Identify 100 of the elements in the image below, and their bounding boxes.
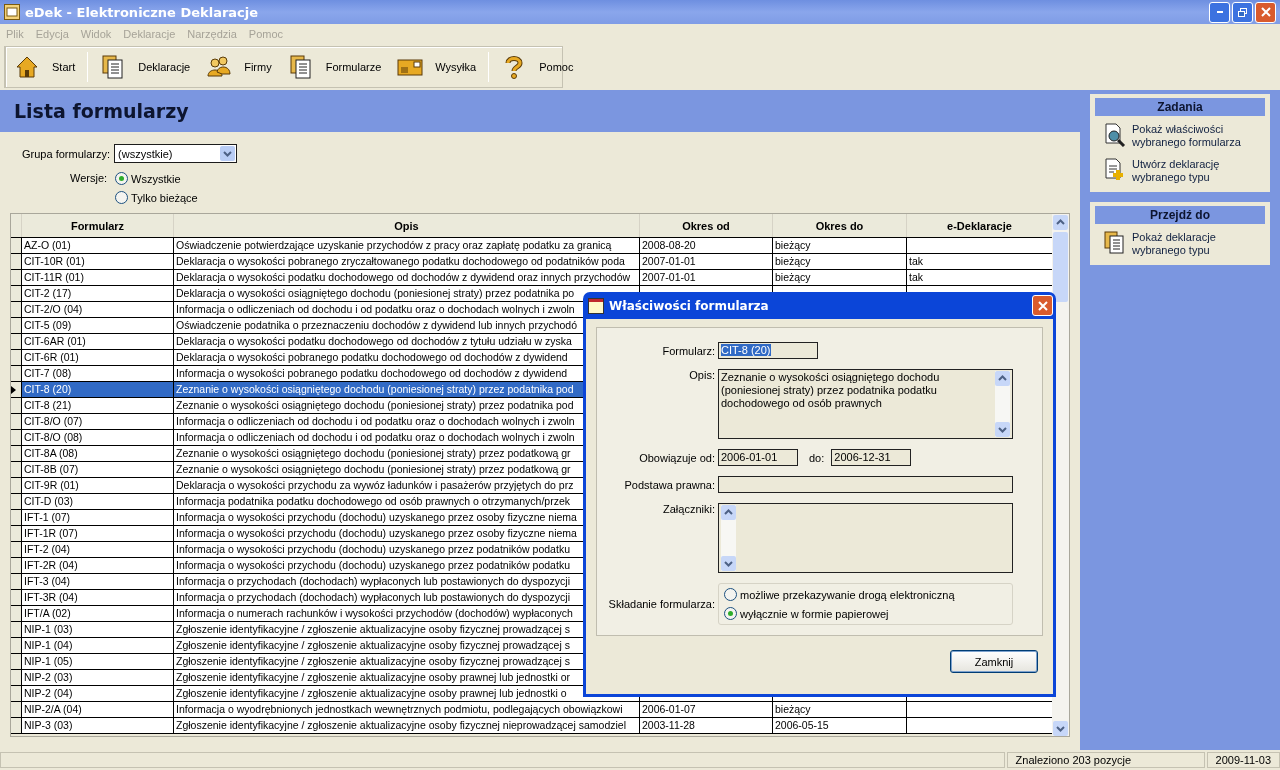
- scroll-up-icon[interactable]: [721, 505, 736, 520]
- table-cell: CIT-11R (01): [24, 271, 84, 283]
- date-field[interactable]: 2006-12-31: [831, 449, 912, 466]
- status-date: 2009-11-03: [1206, 752, 1280, 768]
- table-cell: CIT-2/O (04): [24, 303, 83, 315]
- panel-title: Przejdź do: [1095, 206, 1265, 224]
- restore-button[interactable]: [1232, 1, 1253, 23]
- minimize-button[interactable]: [1209, 1, 1230, 23]
- table-row[interactable]: AZ-O (01) Oświadczenie potwierdzające uzyskanie przychodów z pracy oraz zapłatę podatku za granicą 2008-08-20 bieżący: [11, 238, 1052, 254]
- table-cell: IFT-2R (04): [24, 559, 78, 571]
- table-cell: Deklaracja o wysokości podatku dochodowego od dochodów z dywidend oraz innych przychodów: [176, 271, 631, 283]
- scroll-down-icon[interactable]: [721, 556, 736, 571]
- version-radio[interactable]: Wszystkie: [115, 172, 198, 185]
- table-cell: CIT-10R (01): [24, 255, 85, 267]
- table-cell: Deklaracja o wysokości pobranego zryczałtowanego podatku dochodowego od podatników poda: [176, 255, 625, 267]
- legal-basis-field[interactable]: [718, 476, 1013, 493]
- scroll-down-icon[interactable]: [1053, 721, 1068, 736]
- table-cell: Deklaracja o wysokości przychodu za wywóz ładunków i pasażerów przyjętych do prz: [176, 479, 574, 491]
- table-row[interactable]: CIT-10R (01) Deklaracja o wysokości pobranego zryczałtowanego podatku dochodowego od podatników poda 2007-01-01 bieżący tak: [11, 254, 1052, 270]
- table-cell: AZ-O (01): [24, 239, 71, 251]
- column-header[interactable]: Opis: [173, 214, 639, 237]
- form-field[interactable]: CIT-8 (20): [718, 342, 818, 359]
- table-cell: Informacja o wyodrębnionych jednostkach wewnętrznych podmiotu, podlegających obowiązkowi: [176, 703, 623, 715]
- table-row[interactable]: NIP-2/A (04) Informacja o wyodrębnionych jednostkach wewnętrznych podmiotu, podlegających obowiązkowi 2006-01-07 bieżący: [11, 702, 1052, 718]
- table-cell: 2008-08-20: [642, 239, 696, 251]
- table-cell: 2006-05-15: [775, 719, 829, 731]
- panel-title: Zadania: [1095, 98, 1265, 116]
- table-cell: Informacja o wysokości przychodu (dochodu) uzyskanego przez podatników podatku: [176, 543, 570, 555]
- table-cell: Zeznanie o wysokości osiągniętego dochodu (poniesionej straty) przez podatkową gr: [176, 463, 571, 475]
- document-icon: [1104, 231, 1126, 255]
- close-button[interactable]: [1032, 295, 1053, 316]
- table-cell: Informacja o numerach rachunków i wysokości przychodów (dochodów) wypłaconych: [176, 607, 573, 619]
- table-cell: Informacja o odliczeniach od dochodu i od podatku oraz o dochodach wolnych i zwoln: [176, 431, 575, 443]
- table-cell: CIT-8/O (07): [24, 415, 83, 427]
- people-icon: [206, 54, 233, 80]
- version-radio[interactable]: Tylko bieżące: [115, 191, 198, 204]
- task-link[interactable]: Pokaż właściwości wybranego formularza: [1095, 116, 1265, 151]
- field-label: Wersje:: [70, 172, 108, 186]
- toolbar-button[interactable]: Wysyłka: [389, 49, 485, 85]
- table-cell: CIT-2 (17): [24, 287, 72, 299]
- window-icon: [588, 297, 604, 314]
- column-header[interactable]: Okres do: [772, 214, 906, 237]
- app-logo-icon: [4, 4, 20, 20]
- date-field[interactable]: 2006-01-01: [718, 449, 798, 466]
- table-cell: CIT-8 (20): [24, 383, 72, 395]
- scroll-down-icon[interactable]: [995, 422, 1010, 437]
- table-cell: IFT-1R (07): [24, 527, 78, 539]
- table-cell: 2006-01-07: [642, 703, 696, 715]
- table-cell: Zgłoszenie identyfikacyjne / zgłoszenie aktualizacyjne osoby fizycznej nieprowadzącej samodziel: [176, 719, 626, 731]
- table-cell: bieżący: [775, 255, 811, 267]
- table-cell: Zgłoszenie identyfikacyjne / zgłoszenie aktualizacyjne osoby fizycznej prowadzącej s: [176, 623, 570, 635]
- table-cell: Oświadczenie potwierdzające uzyskanie przychodów z pracy oraz zapłatę podatku za granicą: [176, 239, 612, 251]
- table-cell: NIP-2/A (04): [24, 703, 82, 715]
- table-cell: Zgłoszenie identyfikacyjne / zgłoszenie aktualizacyjne osoby prawnej lub jednostki o: [176, 687, 567, 699]
- table-row[interactable]: CIT-11R (01) Deklaracja o wysokości podatku dochodowego od dochodów z dywidend oraz innych przychodów 2007-01-01 bieżący tak: [11, 270, 1052, 286]
- close-dialog-button[interactable]: Zamknij: [950, 650, 1038, 673]
- table-cell: NIP-3 (03): [24, 719, 73, 731]
- group-dropdown[interactable]: (wszystkie): [114, 144, 238, 163]
- submission-radio[interactable]: możliwe przekazywanie drogą elektroniczną: [724, 588, 1007, 601]
- attachments-field[interactable]: [718, 503, 1013, 573]
- table-cell: Zgłoszenie identyfikacyjne / zgłoszenie aktualizacyjne osoby fizycznej prowadzącej s: [176, 639, 570, 651]
- scroll-up-icon[interactable]: [1053, 215, 1068, 230]
- column-header[interactable]: Formularz: [21, 214, 173, 237]
- toolbar-button[interactable]: Start: [6, 49, 84, 85]
- table-cell: Informacja o wysokości pobranego podatku dochodowego od dochodów z dywidend: [176, 367, 568, 379]
- close-button[interactable]: [1255, 1, 1276, 23]
- task-link[interactable]: Utwórz deklarację wybranego typu: [1095, 151, 1265, 186]
- minimize-icon: [1216, 11, 1223, 13]
- table-cell: Informacja o odliczeniach od dochodu i od podatku oraz o dochodach wolnych i zwoln: [176, 303, 575, 315]
- column-header[interactable]: Okres od: [639, 214, 772, 237]
- table-cell: CIT-8A (08): [24, 447, 78, 459]
- table-cell: Informacja o przychodach (dochodach) wypłaconych lub postawionych do dyspozycji: [176, 591, 570, 603]
- submission-radio[interactable]: wyłącznie w formie papierowej: [724, 607, 1007, 620]
- row-header[interactable]: [11, 382, 21, 397]
- table-cell: Informacja o przychodach (dochodach) wypłaconych lub postawionych do dyspozycji: [176, 575, 570, 587]
- row-pointer-icon: [11, 385, 16, 394]
- toolbar-button[interactable]: Formularze: [279, 49, 390, 85]
- table-cell: CIT-6AR (01): [24, 335, 86, 347]
- table-cell: Oświadczenie podatnika o przeznaczeniu dochodów z dywidend lub innych przychodó: [176, 319, 577, 331]
- toolbar-button[interactable]: Firmy: [198, 49, 280, 85]
- table-cell: Informacja o wysokości przychodu (dochodu) uzyskanego przez podatników podatku: [176, 559, 570, 571]
- scroll-up-icon[interactable]: [995, 371, 1010, 386]
- table-cell: Informacja o odliczeniach od dochodu i od podatku oraz o dochodach wolnych i zwoln: [176, 415, 575, 427]
- close-icon: [1260, 7, 1271, 17]
- table-row[interactable]: NIP-3 (03) Zgłoszenie identyfikacyjne / zgłoszenie aktualizacyjne osoby fizycznej nieprowadzącej samodziel 2003-11-28 2006-05-15: [11, 718, 1052, 734]
- home-icon: [14, 54, 40, 80]
- table-cell: Informacja o wysokości przychodu (dochodu) uzyskanego przez osoby fizyczne niema: [176, 511, 577, 523]
- toolbar-button[interactable]: Pomoc: [493, 49, 582, 85]
- table-cell: bieżący: [775, 239, 811, 251]
- table-cell: CIT-6R (01): [24, 351, 79, 363]
- description-field[interactable]: Zeznanie o wysokości osiągniętego dochodu (poniesionej straty) przez podatnika podatku dochodowego od osób prawnych: [718, 369, 1013, 439]
- table-cell: tak: [909, 255, 923, 267]
- goto-link[interactable]: Pokaż deklaracje wybranego typu: [1095, 224, 1265, 259]
- table-cell: Informacja podatnika podatku dochodowego od osób prawnych o otrzymanych/przek: [176, 495, 570, 507]
- scroll-thumb[interactable]: [1053, 232, 1068, 302]
- toolbar-button[interactable]: Deklaracje: [92, 49, 199, 85]
- table-cell: NIP-2 (03): [24, 671, 73, 683]
- table-cell: Deklaracja o wysokości osiągniętego dochodu (poniesionej straty) przez podatnika po: [176, 287, 575, 299]
- page-title: Lista formularzy: [14, 100, 189, 122]
- table-cell: NIP-1 (03): [24, 623, 73, 635]
